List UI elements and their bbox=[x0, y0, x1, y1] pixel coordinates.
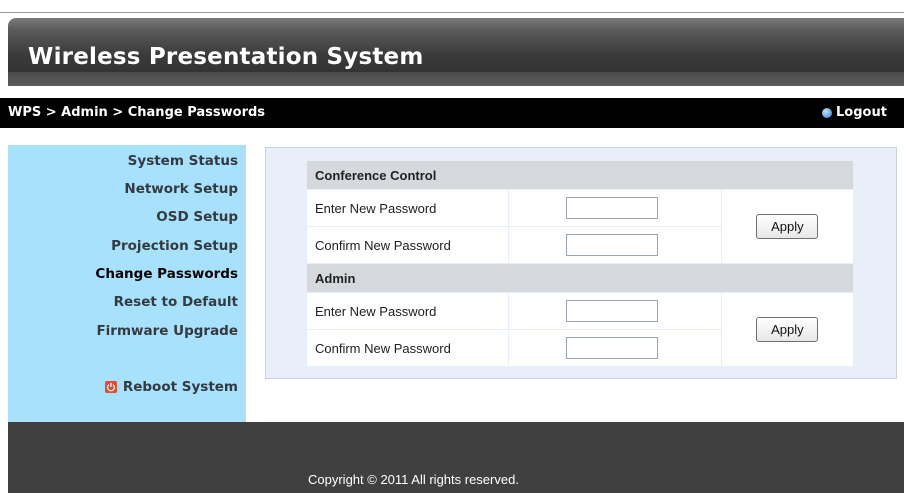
power-icon bbox=[104, 381, 117, 393]
conference-apply-button[interactable]: Apply bbox=[756, 214, 819, 239]
sidebar: System Status Network Setup OSD Setup Pr… bbox=[8, 145, 246, 422]
globe-icon bbox=[822, 107, 832, 118]
header-banner: Wireless Presentation System bbox=[8, 18, 904, 86]
sidebar-item-network-setup[interactable]: Network Setup bbox=[124, 181, 238, 197]
sidebar-item-system-status[interactable]: System Status bbox=[128, 153, 238, 169]
breadcrumb-bar: WPS > Admin > Change Passwords Logout bbox=[0, 98, 904, 128]
breadcrumb: WPS > Admin > Change Passwords bbox=[8, 105, 266, 120]
sidebar-item-change-passwords[interactable]: Change Passwords bbox=[95, 266, 238, 282]
logout-link[interactable]: Logout bbox=[822, 105, 887, 120]
section-title: Conference Control bbox=[306, 160, 854, 190]
sidebar-item-osd-setup[interactable]: OSD Setup bbox=[156, 209, 238, 225]
password-form: Conference Control Enter New Password Ap… bbox=[305, 160, 855, 367]
section-title: Admin bbox=[306, 263, 854, 293]
section-header-conference: Conference Control bbox=[306, 160, 854, 190]
copyright-text: Copyright © 2011 All rights reserved. bbox=[308, 472, 519, 487]
admin-apply-button[interactable]: Apply bbox=[756, 317, 819, 342]
section-header-admin: Admin bbox=[306, 263, 854, 293]
reboot-system-button[interactable]: Reboot System bbox=[104, 379, 238, 395]
field-label: Enter New Password bbox=[305, 189, 510, 227]
admin-confirm-password-input[interactable] bbox=[566, 337, 659, 359]
sidebar-item-firmware-upgrade[interactable]: Firmware Upgrade bbox=[96, 323, 238, 339]
logout-label: Logout bbox=[836, 105, 887, 120]
field-label: Enter New Password bbox=[305, 292, 510, 330]
table-row: Enter New Password Apply bbox=[305, 292, 855, 367]
top-divider bbox=[0, 12, 904, 13]
footer: Copyright © 2011 All rights reserved. bbox=[8, 422, 904, 493]
table-row: Enter New Password Apply bbox=[305, 189, 855, 264]
conference-confirm-password-input[interactable] bbox=[566, 234, 659, 256]
admin-new-password-input[interactable] bbox=[566, 300, 659, 322]
reboot-label: Reboot System bbox=[122, 379, 238, 395]
sidebar-item-reset-to-default[interactable]: Reset to Default bbox=[114, 294, 238, 310]
field-label: Confirm New Password bbox=[305, 329, 510, 367]
field-label: Confirm New Password bbox=[305, 226, 510, 264]
conference-new-password-input[interactable] bbox=[566, 197, 659, 219]
sidebar-item-projection-setup[interactable]: Projection Setup bbox=[111, 238, 238, 254]
app-title: Wireless Presentation System bbox=[28, 44, 424, 70]
